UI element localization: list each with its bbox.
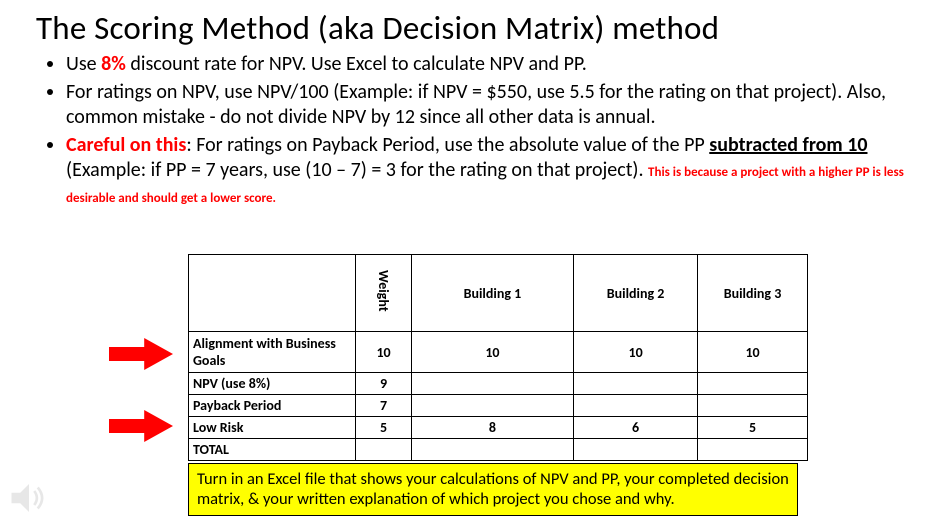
bullet-list: Use 8% discount rate for NPV. Use Excel … [36,52,915,210]
table-row: Payback Period 7 [189,395,808,417]
table-row: TOTAL [189,439,808,461]
header-weight-label: Weight [375,270,392,312]
value-cell [698,395,808,417]
header-building2: Building 2 [574,255,698,332]
bullet-3-under: subtracted from 10 [709,133,867,157]
value-cell: 6 [574,417,698,439]
bullet-3-mid1: : For ratings on Payback Period, use the… [186,133,709,157]
speaker-icon [8,477,50,519]
value-cell [698,439,808,461]
weight-cell: 5 [356,417,411,439]
slide-title: The Scoring Method (aka Decision Matrix)… [36,8,915,48]
criterion-cell: Low Risk [189,417,356,439]
weight-cell: 7 [356,395,411,417]
header-weight: Weight [356,255,411,332]
criterion-cell: TOTAL [189,439,356,461]
value-cell [574,395,698,417]
value-cell [411,395,573,417]
value-cell [574,373,698,395]
bullet-1-rate: 8% [101,52,126,76]
bullet-3: Careful on this: For ratings on Payback … [66,133,915,210]
decision-matrix-table: Weight Building 1 Building 2 Building 3 … [188,254,808,461]
weight-cell: 9 [356,373,411,395]
bullet-3-mid2: (Example: if PP = 7 years, use (10 – 7) … [66,158,648,182]
value-cell: 10 [574,332,698,373]
bullet-2: For ratings on NPV, use NPV/100 (Example… [66,80,915,131]
criterion-cell: Alignment with Business Goals [189,332,356,373]
bullet-3-lead: Careful on this [66,133,186,157]
header-building3: Building 3 [698,255,808,332]
table-row: Alignment with Business Goals 10 10 10 1… [189,332,808,373]
value-cell: 8 [411,417,573,439]
bullet-1-pre: Use [66,52,101,76]
weight-cell [356,439,411,461]
criterion-cell: NPV (use 8%) [189,373,356,395]
slide: The Scoring Method (aka Decision Matrix)… [0,0,945,527]
value-cell [411,373,573,395]
value-cell: 10 [698,332,808,373]
header-blank [189,255,356,332]
instruction-callout: Turn in an Excel file that shows your ca… [188,463,798,516]
table-row: Low Risk 5 8 6 5 [189,417,808,439]
arrow-icon [106,338,176,370]
header-building1: Building 1 [411,255,573,332]
bullet-1-post: discount rate for NPV. Use Excel to calc… [126,52,587,76]
table-row: NPV (use 8%) 9 [189,373,808,395]
value-cell [574,439,698,461]
bullet-1: Use 8% discount rate for NPV. Use Excel … [66,52,915,78]
criterion-cell: Payback Period [189,395,356,417]
arrow-icon [106,410,176,442]
weight-cell: 10 [356,332,411,373]
value-cell [698,373,808,395]
decision-matrix: Weight Building 1 Building 2 Building 3 … [188,254,808,461]
value-cell: 5 [698,417,808,439]
value-cell [411,439,573,461]
value-cell: 10 [411,332,573,373]
